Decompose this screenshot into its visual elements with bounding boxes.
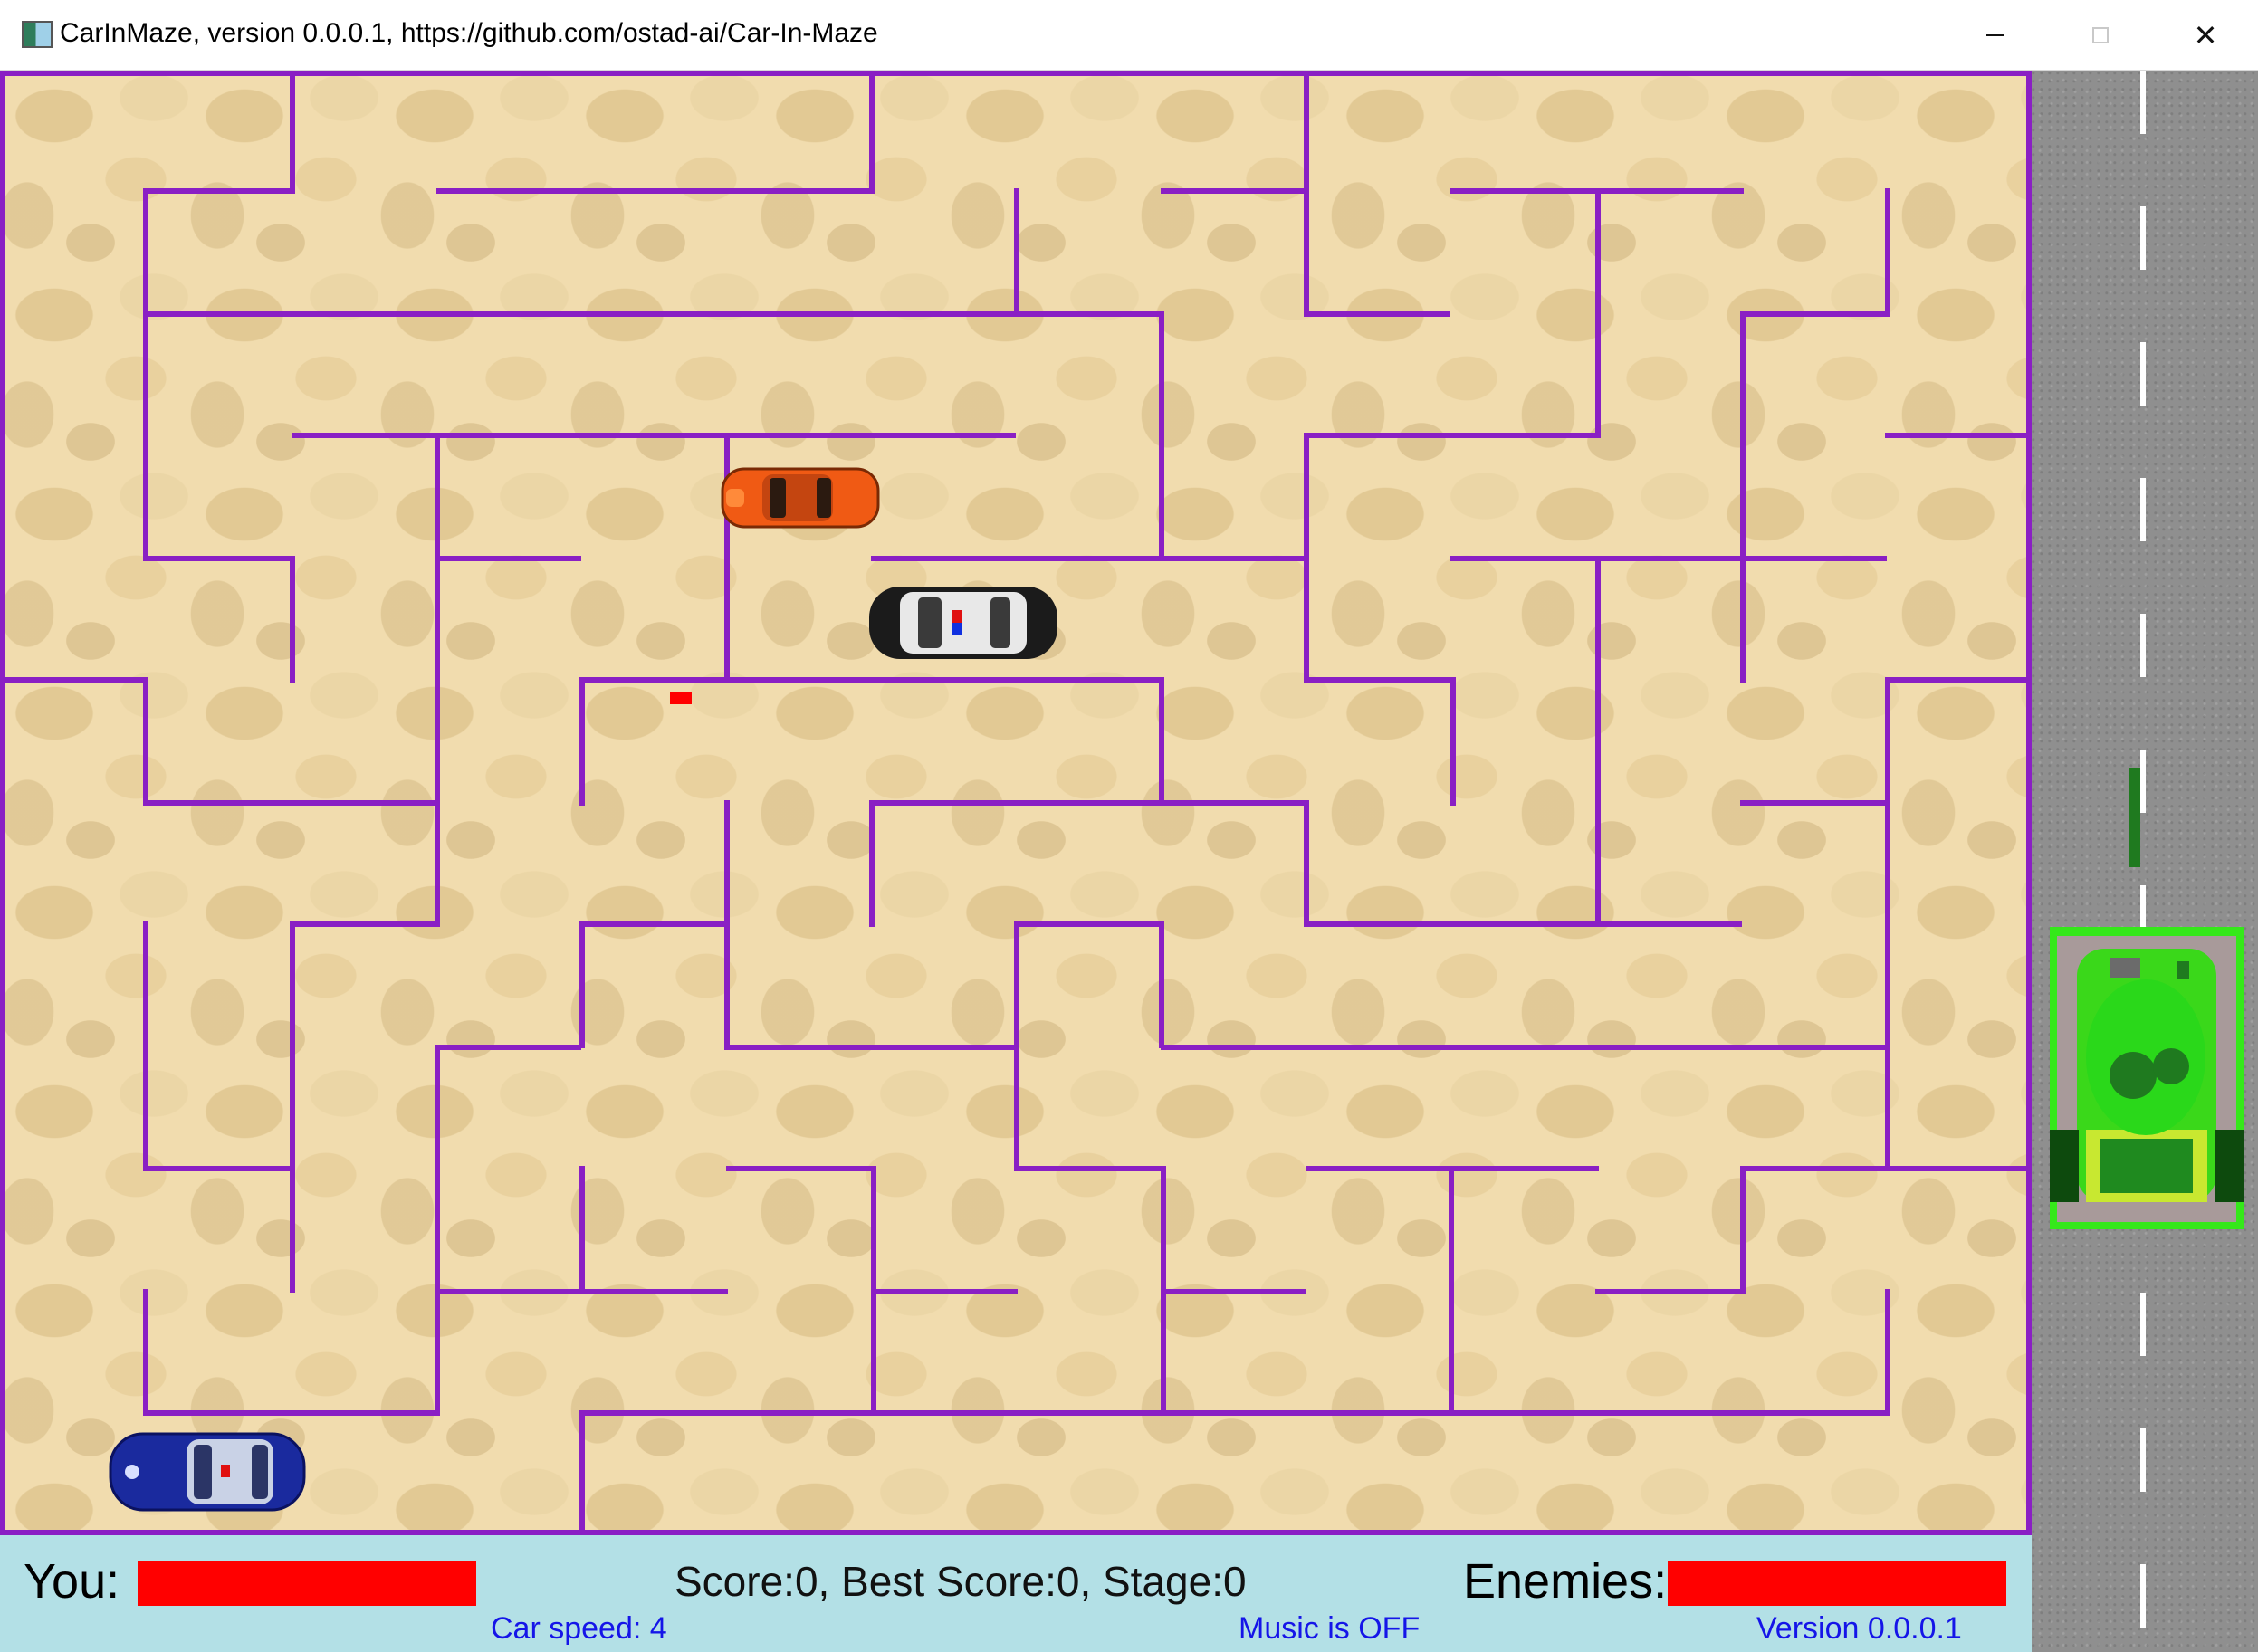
maze-wall — [1304, 433, 1309, 683]
maze-wall — [1016, 1166, 1164, 1171]
maze-wall — [724, 800, 730, 1050]
minimize-icon — [1986, 34, 2004, 36]
road-panel — [2032, 71, 2258, 1652]
maze-wall — [1014, 188, 1019, 317]
maze-wall — [1014, 921, 1019, 1171]
maze-wall — [1449, 1166, 1454, 1416]
green-tank — [2050, 768, 2244, 1234]
maze-wall — [1885, 677, 2032, 683]
maze-playfield — [0, 71, 2032, 1535]
maze-wall — [436, 188, 875, 194]
maze-wall — [579, 1166, 585, 1293]
maze-wall — [143, 921, 148, 1171]
maze-wall — [1740, 800, 1889, 806]
maze-wall — [1304, 71, 1309, 317]
maze-wall — [581, 921, 726, 927]
maze-wall — [579, 677, 585, 806]
maze-wall — [1885, 188, 1890, 317]
maze-wall — [1740, 311, 1889, 317]
maze-wall — [1304, 800, 1309, 927]
maze-wall — [579, 921, 585, 1048]
window-title: CarInMaze, version 0.0.0.1, https://gith… — [60, 18, 878, 48]
maze-wall — [1595, 188, 1601, 438]
maze-wall — [143, 1289, 148, 1416]
maze-wall — [1306, 311, 1450, 317]
maze-wall — [1161, 1166, 1166, 1416]
player-health-bar — [138, 1561, 476, 1606]
status-bar: You: Score:0, Best Score:0, Stage:0 Enem… — [0, 1535, 2032, 1652]
maze-wall — [1306, 921, 1742, 927]
window-titlebar: CarInMaze, version 0.0.0.1, https://gith… — [0, 0, 2258, 71]
maze-wall — [871, 556, 1307, 561]
maze-wall — [0, 71, 5, 1535]
maze-wall — [290, 921, 295, 1293]
maze-wall — [143, 677, 148, 806]
maze-wall — [292, 921, 440, 927]
maze-wall — [145, 1166, 293, 1171]
maze-wall — [581, 677, 1164, 683]
maze-wall — [1885, 1289, 1890, 1416]
maze-wall — [145, 188, 295, 194]
maze-wall — [871, 1289, 1018, 1294]
maze-wall — [1595, 1289, 1744, 1294]
maze-wall — [1161, 1289, 1306, 1294]
maze-wall — [1595, 556, 1601, 927]
maximize-icon — [2092, 27, 2109, 43]
maze-wall — [1159, 677, 1164, 806]
maze-wall — [869, 800, 875, 927]
maze-wall — [726, 1045, 1016, 1050]
orange-sports-car — [719, 462, 882, 534]
maze-wall — [1740, 1166, 1746, 1294]
maze-wall — [143, 188, 148, 561]
police-car — [864, 578, 1063, 668]
maze-wall — [1159, 311, 1164, 561]
maze-wall — [1306, 677, 1454, 683]
maze-wall — [1885, 433, 2032, 438]
enemies-health-bar — [1668, 1561, 2006, 1606]
minimize-button[interactable] — [1943, 0, 2048, 71]
maze-wall — [1161, 188, 1307, 194]
maze-wall — [1740, 311, 1746, 683]
maze-wall — [1161, 1045, 1889, 1050]
maze-wall — [436, 556, 581, 561]
red-bullet — [670, 692, 692, 704]
maze-wall — [726, 1166, 875, 1171]
close-button[interactable]: ✕ — [2153, 0, 2258, 71]
app-window-icon — [22, 21, 53, 48]
music-status-text: Music is OFF — [1239, 1611, 1421, 1646]
maze-wall — [145, 1410, 438, 1416]
maze-wall — [1450, 677, 1456, 806]
maze-wall — [0, 71, 2032, 76]
maximize-button[interactable] — [2048, 0, 2153, 71]
maze-wall — [436, 1045, 581, 1050]
maze-wall — [1306, 433, 1597, 438]
maze-wall — [145, 800, 438, 806]
maze-wall — [869, 71, 875, 194]
maze-wall — [871, 800, 1307, 806]
maze-wall — [292, 433, 1016, 438]
car-speed-text: Car speed: 4 — [491, 1611, 667, 1646]
maze-wall — [581, 1410, 1889, 1416]
maze-wall — [290, 556, 295, 683]
maze-wall — [290, 71, 295, 194]
maze-wall — [579, 1410, 585, 1535]
player-label: You: — [24, 1554, 120, 1609]
maze-wall — [145, 556, 295, 561]
maze-wall — [435, 1045, 440, 1416]
maze-wall — [435, 433, 440, 927]
enemies-label: Enemies: — [1463, 1554, 1668, 1609]
maze-wall — [1016, 921, 1164, 927]
close-icon: ✕ — [2193, 19, 2218, 52]
maze-wall — [145, 311, 1164, 317]
player-blue-car[interactable] — [105, 1425, 310, 1519]
maze-wall — [1450, 556, 1887, 561]
score-text: Score:0, Best Score:0, Stage:0 — [675, 1558, 1247, 1605]
maze-wall — [0, 677, 148, 683]
version-text: Version 0.0.0.1 — [1756, 1611, 1962, 1646]
maze-wall — [1159, 921, 1164, 1048]
maze-wall — [871, 1166, 876, 1416]
maze-wall — [1885, 677, 1890, 1171]
